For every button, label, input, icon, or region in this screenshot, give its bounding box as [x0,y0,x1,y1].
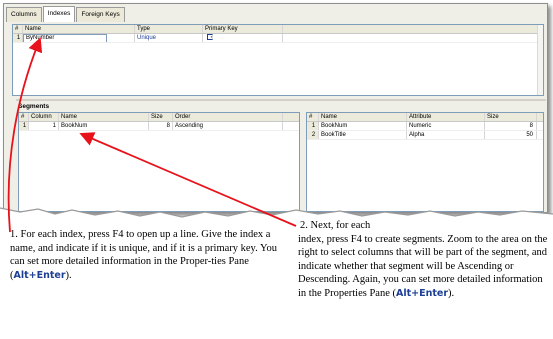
shortcut-alt-enter: Alt+Enter [395,287,449,299]
shortcut-alt-enter: Alt+Enter [13,269,66,281]
arrow-to-segment-line [79,132,297,227]
arrow-to-index-line [7,37,43,233]
note-step-2: 2. Next, for each index, press F4 to cre… [298,219,548,300]
note-2-end: ). [448,287,455,299]
note-step-1: 1. For each index, press F4 to open up a… [10,228,280,282]
note-2-first-line: 2. Next, for each [300,220,371,231]
note-1-end: ). [65,269,72,281]
